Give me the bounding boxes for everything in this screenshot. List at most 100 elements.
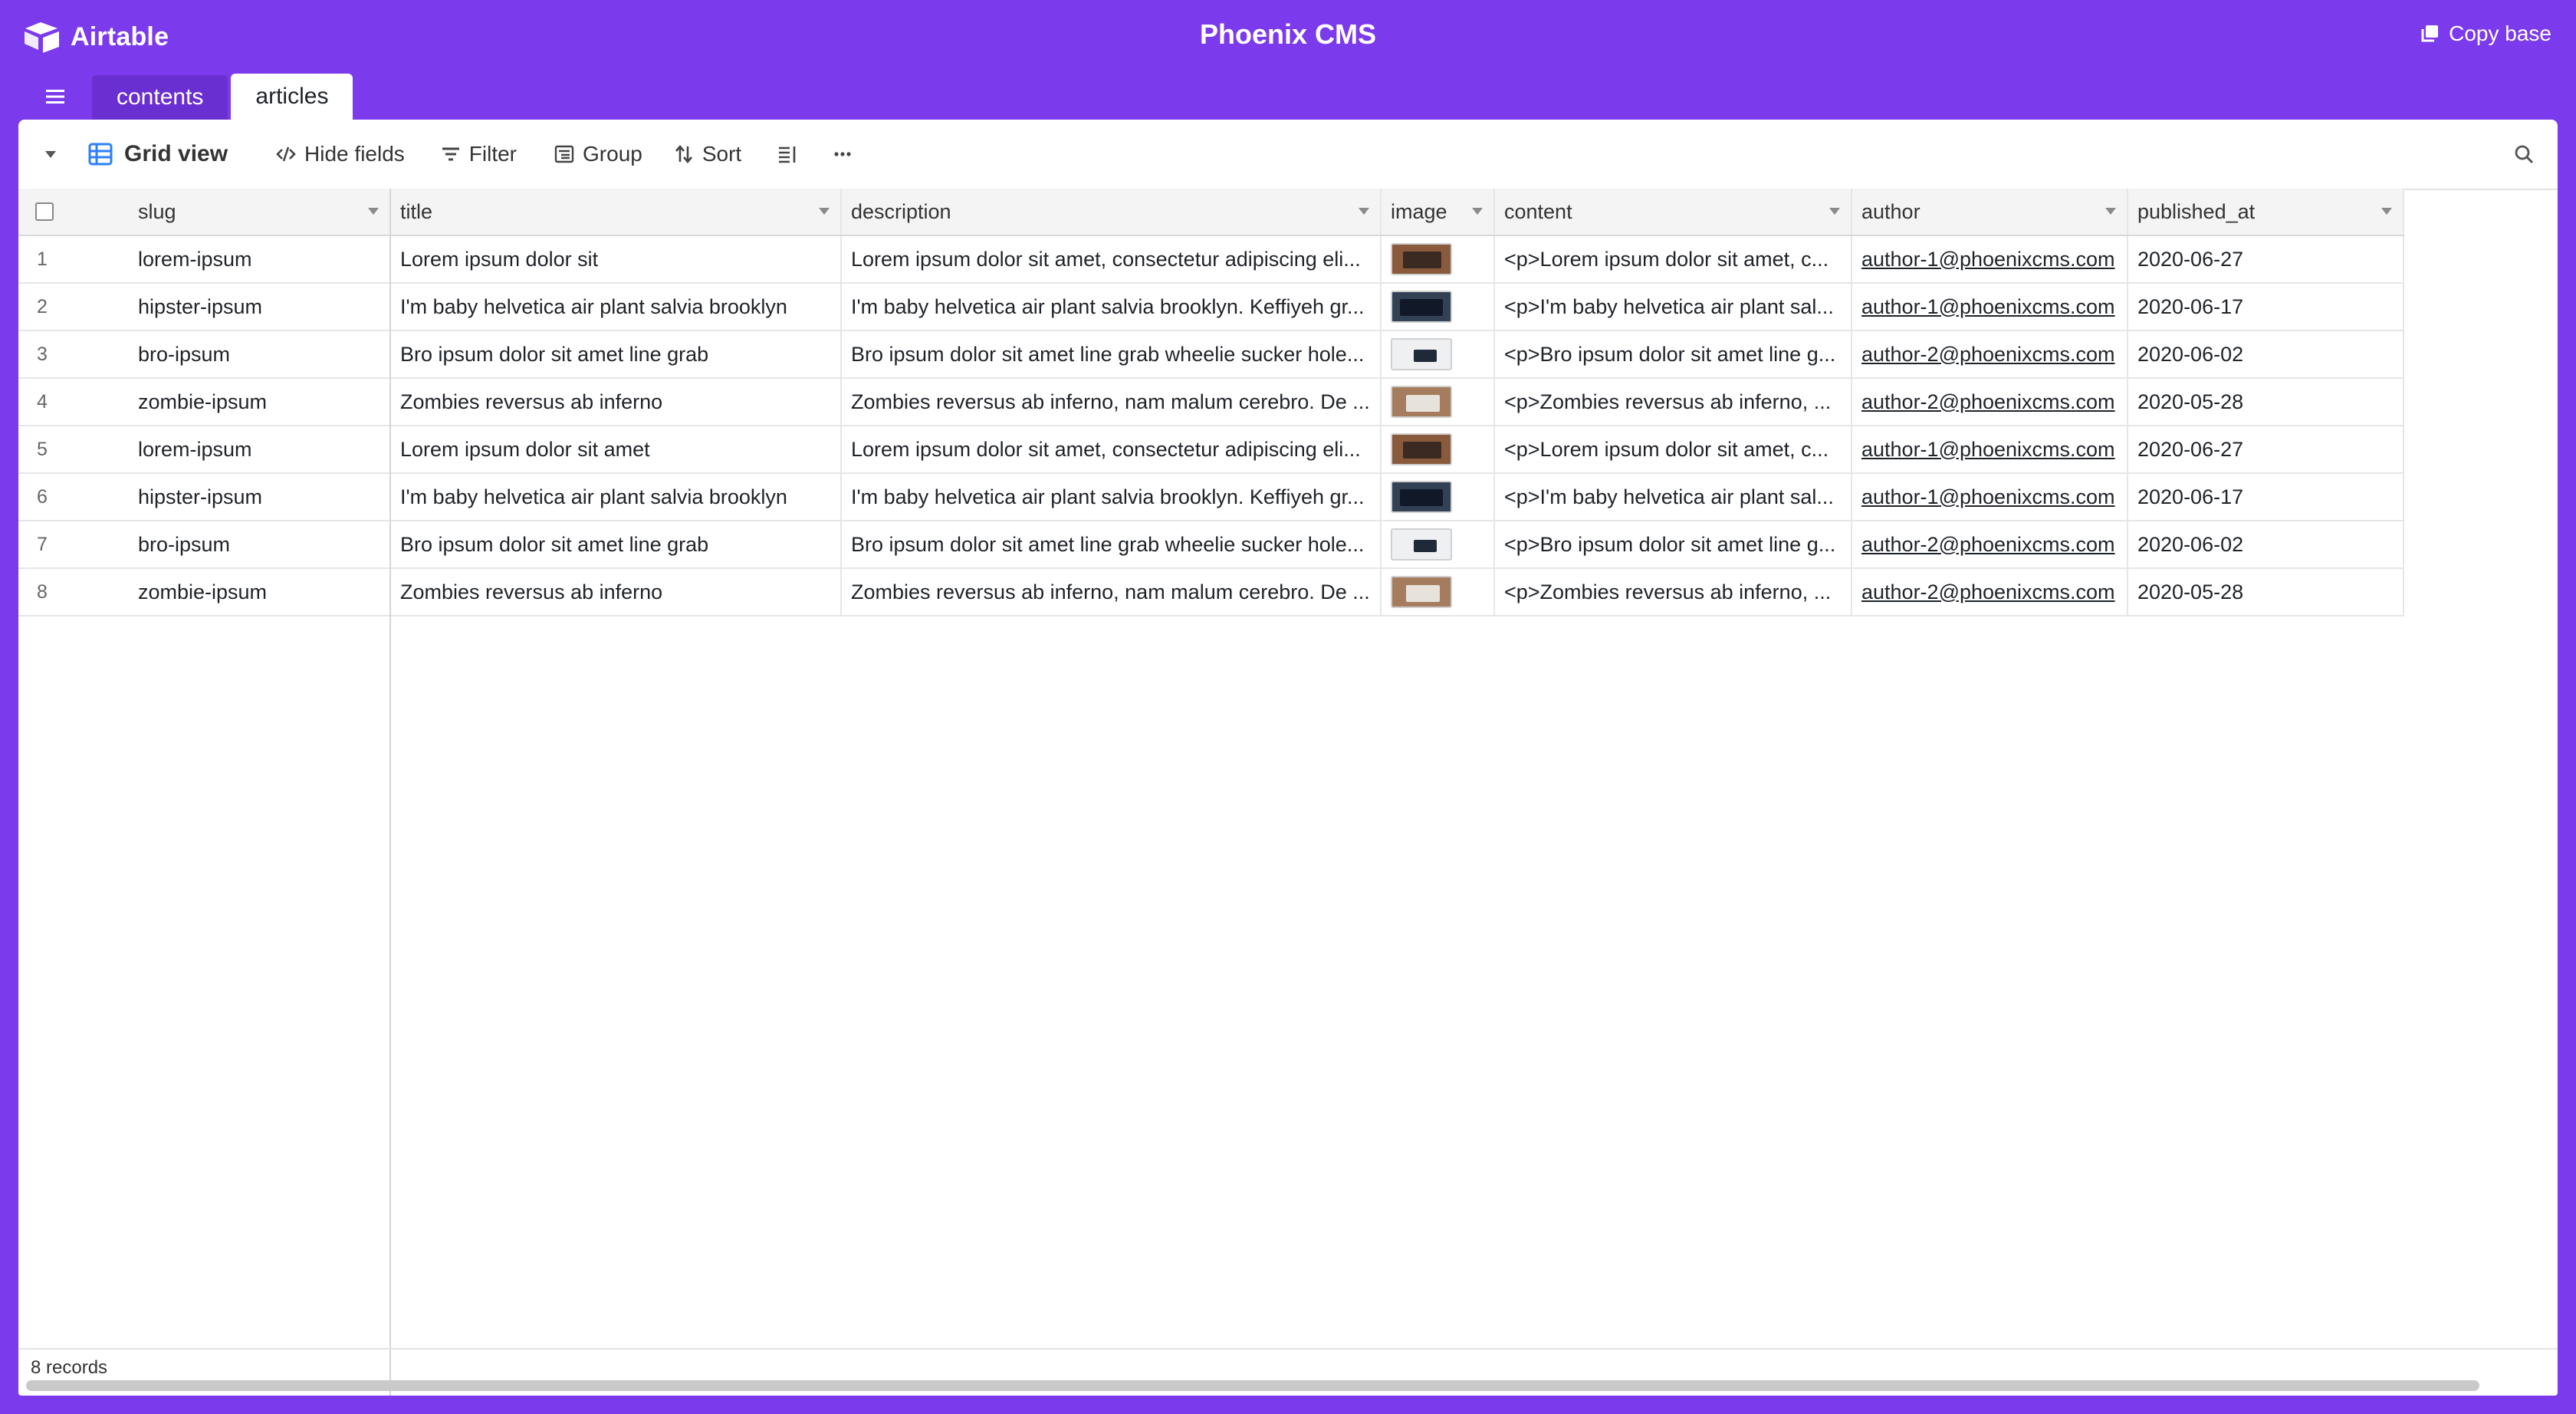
hide-fields-button[interactable]: Hide fields: [275, 120, 405, 189]
author-cell[interactable]: author-1@phoenixcms.com: [1852, 284, 2128, 330]
content-cell[interactable]: <p>Lorem ipsum dolor sit amet, c...: [1495, 236, 1852, 282]
tab-contents[interactable]: contents: [92, 75, 228, 120]
slug-cell[interactable]: lorem-ipsum: [129, 236, 389, 282]
column-header-author[interactable]: author: [1852, 189, 2128, 235]
description-cell[interactable]: I'm baby helvetica air plant salvia broo…: [842, 284, 1382, 330]
column-header-slug[interactable]: slug: [129, 189, 389, 235]
published-at-cell[interactable]: 2020-06-17: [2128, 474, 2404, 520]
table-row[interactable]: I'm baby helvetica air plant salvia broo…: [391, 284, 2404, 331]
image-cell[interactable]: [1382, 569, 1495, 615]
image-cell[interactable]: [1382, 236, 1495, 282]
title-cell[interactable]: Lorem ipsum dolor sit amet: [391, 426, 842, 472]
table-row[interactable]: Lorem ipsum dolor sit Lorem ipsum dolor s…: [391, 236, 2404, 284]
table-row[interactable]: 4 zombie-ipsum: [18, 379, 389, 426]
table-row[interactable]: Zombies reversus ab inferno Zombies rever…: [391, 379, 2404, 426]
table-row[interactable]: I'm baby helvetica air plant salvia broo…: [391, 474, 2404, 521]
published-at-cell[interactable]: 2020-06-02: [2128, 331, 2404, 377]
slug-cell[interactable]: bro-ipsum: [129, 521, 389, 567]
published-at-cell[interactable]: 2020-06-27: [2128, 426, 2404, 472]
published-at-cell[interactable]: 2020-06-02: [2128, 521, 2404, 567]
column-header-description[interactable]: description: [842, 189, 1382, 235]
author-email-link[interactable]: author-2@phoenixcms.com: [1861, 580, 2118, 604]
content-cell[interactable]: <p>Lorem ipsum dolor sit amet, c...: [1495, 426, 1852, 472]
table-row[interactable]: Bro ipsum dolor sit amet line grab Bro ip…: [391, 521, 2404, 569]
column-header-content[interactable]: content: [1495, 189, 1852, 235]
image-cell[interactable]: [1382, 521, 1495, 567]
author-cell[interactable]: author-1@phoenixcms.com: [1852, 474, 2128, 520]
attachment-thumbnail[interactable]: [1391, 528, 1452, 561]
column-menu-icon[interactable]: [2105, 208, 2116, 215]
title-cell[interactable]: I'm baby helvetica air plant salvia broo…: [391, 284, 842, 330]
column-menu-icon[interactable]: [819, 208, 830, 215]
author-email-link[interactable]: author-1@phoenixcms.com: [1861, 438, 2118, 462]
title-cell[interactable]: Bro ipsum dolor sit amet line grab: [391, 331, 842, 377]
table-row[interactable]: 2 hipster-ipsum: [18, 284, 389, 331]
more-options-button[interactable]: [832, 120, 853, 189]
column-menu-icon[interactable]: [1472, 208, 1483, 215]
attachment-thumbnail[interactable]: [1391, 386, 1452, 418]
author-cell[interactable]: author-1@phoenixcms.com: [1852, 236, 2128, 282]
description-cell[interactable]: Zombies reversus ab inferno, nam malum c…: [842, 379, 1382, 425]
author-email-link[interactable]: author-2@phoenixcms.com: [1861, 343, 2118, 367]
title-cell[interactable]: Zombies reversus ab inferno: [391, 569, 842, 615]
published-at-cell[interactable]: 2020-05-28: [2128, 379, 2404, 425]
table-row[interactable]: 7 bro-ipsum: [18, 521, 389, 569]
description-cell[interactable]: Bro ipsum dolor sit amet line grab wheel…: [842, 331, 1382, 377]
author-cell[interactable]: author-2@phoenixcms.com: [1852, 569, 2128, 615]
views-toggle-button[interactable]: [34, 120, 67, 189]
slug-cell[interactable]: hipster-ipsum: [129, 474, 389, 520]
description-cell[interactable]: I'm baby helvetica air plant salvia broo…: [842, 474, 1382, 520]
slug-cell[interactable]: bro-ipsum: [129, 331, 389, 377]
content-cell[interactable]: <p>Bro ipsum dolor sit amet line g...: [1495, 521, 1852, 567]
column-menu-icon[interactable]: [1359, 208, 1369, 215]
view-switcher[interactable]: Grid view: [87, 120, 228, 189]
column-menu-icon[interactable]: [2381, 208, 2392, 215]
sort-button[interactable]: Sort: [673, 120, 741, 189]
attachment-thumbnail[interactable]: [1391, 243, 1452, 275]
image-cell[interactable]: [1382, 331, 1495, 377]
published-at-cell[interactable]: 2020-06-27: [2128, 236, 2404, 282]
slug-cell[interactable]: lorem-ipsum: [129, 426, 389, 472]
group-button[interactable]: Group: [554, 120, 642, 189]
author-email-link[interactable]: author-1@phoenixcms.com: [1861, 295, 2118, 319]
title-cell[interactable]: Bro ipsum dolor sit amet line grab: [391, 521, 842, 567]
author-cell[interactable]: author-2@phoenixcms.com: [1852, 331, 2128, 377]
attachment-thumbnail[interactable]: [1391, 338, 1452, 370]
tab-articles[interactable]: articles: [231, 74, 353, 120]
slug-cell[interactable]: zombie-ipsum: [129, 569, 389, 615]
published-at-cell[interactable]: 2020-05-28: [2128, 569, 2404, 615]
slug-cell[interactable]: zombie-ipsum: [129, 379, 389, 425]
description-cell[interactable]: Lorem ipsum dolor sit amet, consectetur …: [842, 236, 1382, 282]
description-cell[interactable]: Lorem ipsum dolor sit amet, consectetur …: [842, 426, 1382, 472]
content-cell[interactable]: <p>Zombies reversus ab inferno, ...: [1495, 379, 1852, 425]
table-row[interactable]: 6 hipster-ipsum: [18, 474, 389, 521]
select-all-checkbox[interactable]: [35, 202, 54, 221]
author-email-link[interactable]: author-1@phoenixcms.com: [1861, 485, 2118, 509]
table-row[interactable]: 1 lorem-ipsum: [18, 236, 389, 284]
author-cell[interactable]: author-2@phoenixcms.com: [1852, 379, 2128, 425]
table-row[interactable]: Lorem ipsum dolor sit amet Lorem ipsum do…: [391, 426, 2404, 474]
title-cell[interactable]: Zombies reversus ab inferno: [391, 379, 842, 425]
attachment-thumbnail[interactable]: [1391, 576, 1452, 608]
table-row[interactable]: 8 zombie-ipsum: [18, 569, 389, 617]
description-cell[interactable]: Zombies reversus ab inferno, nam malum c…: [842, 569, 1382, 615]
title-cell[interactable]: Lorem ipsum dolor sit: [391, 236, 842, 282]
table-row[interactable]: 3 bro-ipsum: [18, 331, 389, 379]
image-cell[interactable]: [1382, 474, 1495, 520]
image-cell[interactable]: [1382, 379, 1495, 425]
table-row[interactable]: 5 lorem-ipsum: [18, 426, 389, 474]
row-height-button[interactable]: [777, 120, 798, 189]
content-cell[interactable]: <p>I'm baby helvetica air plant sal...: [1495, 284, 1852, 330]
slug-cell[interactable]: hipster-ipsum: [129, 284, 389, 330]
column-menu-icon[interactable]: [1829, 208, 1840, 215]
title-cell[interactable]: I'm baby helvetica air plant salvia broo…: [391, 474, 842, 520]
filter-button[interactable]: Filter: [440, 120, 517, 189]
column-header-published-at[interactable]: published_at: [2128, 189, 2404, 235]
author-cell[interactable]: author-2@phoenixcms.com: [1852, 521, 2128, 567]
author-cell[interactable]: author-1@phoenixcms.com: [1852, 426, 2128, 472]
column-header-image[interactable]: image: [1382, 189, 1495, 235]
column-header-title[interactable]: title: [391, 189, 842, 235]
author-email-link[interactable]: author-2@phoenixcms.com: [1861, 533, 2118, 557]
menu-button[interactable]: [18, 74, 92, 120]
image-cell[interactable]: [1382, 284, 1495, 330]
